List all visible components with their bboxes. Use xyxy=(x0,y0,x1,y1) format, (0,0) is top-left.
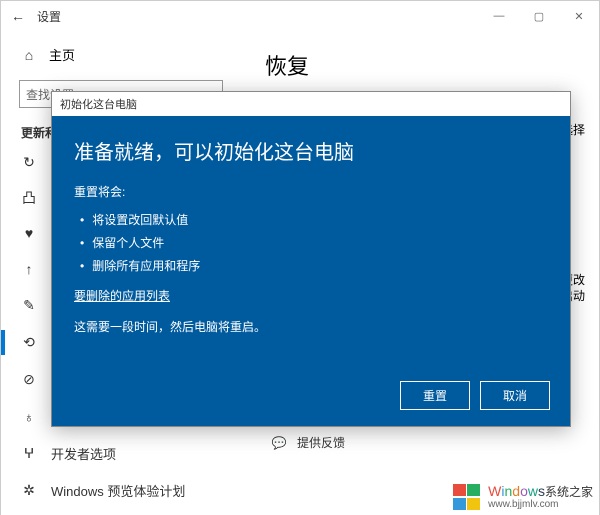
dialog-title: 初始化这台电脑 xyxy=(52,92,570,116)
apps-to-remove-link[interactable]: 要删除的应用列表 xyxy=(74,287,170,304)
reset-dialog: 初始化这台电脑 准备就绪，可以初始化这台电脑 重置将会: 将设置改回默认值 保留… xyxy=(51,91,571,427)
bullet-item: 保留个人文件 xyxy=(80,231,548,254)
nav-label: 开发者选项 xyxy=(51,444,116,463)
maximize-button[interactable]: ▢ xyxy=(519,1,559,31)
home-icon: ⌂ xyxy=(21,47,37,63)
nav-label: Windows 预览体验计划 xyxy=(51,481,185,500)
sidebar-item-insider[interactable]: ✲ Windows 预览体验计划 xyxy=(1,472,241,509)
reset-button[interactable]: 重置 xyxy=(400,381,470,410)
watermark-logo-icon xyxy=(452,483,482,511)
recovery-icon: ⟲ xyxy=(21,335,37,351)
minimize-button[interactable]: — xyxy=(479,1,519,31)
insider-icon: ✲ xyxy=(21,483,37,499)
bullet-item: 将设置改回默认值 xyxy=(80,208,548,231)
troubleshoot-icon: ✎ xyxy=(21,298,37,314)
dialog-body: 准备就绪，可以初始化这台电脑 重置将会: 将设置改回默认值 保留个人文件 删除所… xyxy=(52,116,570,426)
feedback-icon: 💬 xyxy=(271,435,287,451)
shield-icon: ♥ xyxy=(21,225,37,241)
titlebar: ← 设置 — ▢ ✕ xyxy=(1,1,599,31)
page-title: 恢复 xyxy=(265,49,575,81)
dialog-buttons: 重置 取消 xyxy=(400,381,550,410)
settings-window: ← 设置 — ▢ ✕ ⌂ 主页 查找设置 更新和 ↻ W 凸 xyxy=(0,0,600,515)
cancel-button[interactable]: 取消 xyxy=(480,381,550,410)
findmy-icon: ♁ xyxy=(21,409,37,425)
backup-icon: ↑ xyxy=(21,261,37,277)
feedback-label: 提供反馈 xyxy=(297,434,345,451)
activation-icon: ⊘ xyxy=(21,372,37,388)
watermark-brand: Windows系统之家 xyxy=(488,484,593,499)
titlebar-left: ← 设置 xyxy=(11,8,61,25)
feedback-link[interactable]: 💬 提供反馈 xyxy=(271,428,345,457)
dev-icon: ⵖ xyxy=(21,446,37,462)
watermark: Windows系统之家 www.bjjmlv.com xyxy=(452,483,593,511)
dialog-bullet-list: 将设置改回默认值 保留个人文件 删除所有应用和程序 xyxy=(74,208,548,277)
close-button[interactable]: ✕ xyxy=(559,1,599,31)
delivery-icon: 凸 xyxy=(21,190,37,206)
sync-icon: ↻ xyxy=(21,154,37,170)
window-controls: — ▢ ✕ xyxy=(479,1,599,31)
sidebar-home[interactable]: ⌂ 主页 xyxy=(1,39,241,70)
dialog-heading: 准备就绪，可以初始化这台电脑 xyxy=(74,136,548,165)
watermark-url: www.bjjmlv.com xyxy=(488,499,593,510)
bullet-item: 删除所有应用和程序 xyxy=(80,254,548,277)
dialog-note: 这需要一段时间，然后电脑将重启。 xyxy=(74,318,548,335)
sidebar-item-developer[interactable]: ⵖ 开发者选项 xyxy=(1,435,241,472)
home-label: 主页 xyxy=(49,45,75,64)
window-title: 设置 xyxy=(37,8,61,25)
watermark-text: Windows系统之家 www.bjjmlv.com xyxy=(488,484,593,510)
dialog-subhead: 重置将会: xyxy=(74,183,548,200)
back-button[interactable]: ← xyxy=(11,8,25,24)
